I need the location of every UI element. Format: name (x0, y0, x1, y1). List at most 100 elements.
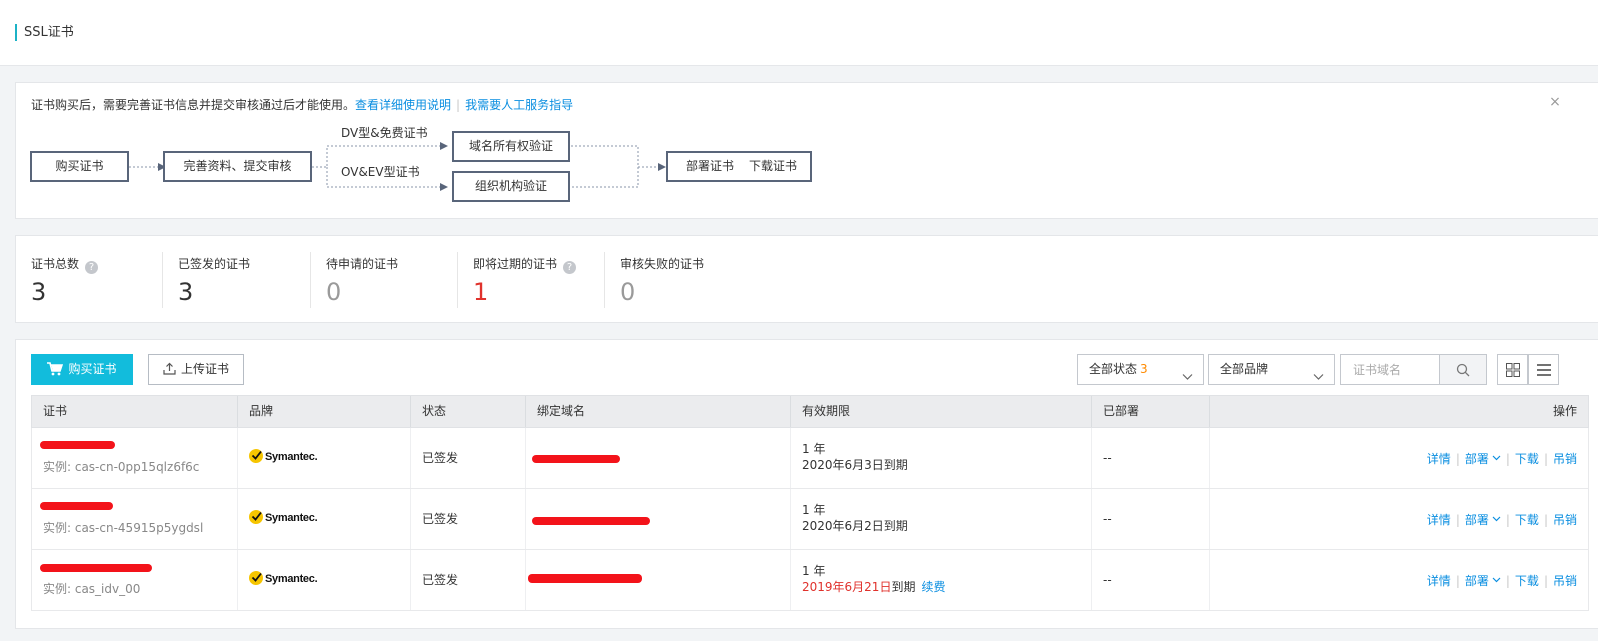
cell-status: 已签发 (411, 550, 526, 610)
deploy-dropdown[interactable]: 部署 (1465, 513, 1501, 527)
cell-certificate: 实例: cas_idv_00 (32, 550, 238, 610)
symantec-logo: Symantec. (249, 510, 318, 526)
download-link[interactable]: 下载 (1515, 452, 1539, 466)
stat-failed-value: 0 (620, 278, 636, 306)
cell-status: 已签发 (411, 428, 526, 488)
validity-term: 1 年 (802, 564, 826, 578)
list-view-button[interactable] (1528, 354, 1559, 385)
renew-link[interactable]: 续费 (921, 580, 945, 594)
help-icon[interactable]: ? (85, 261, 99, 274)
cell-actions: 详情 | 部署 | 下载 | 吊销 (1426, 452, 1577, 466)
stat-expiring-label: 即将过期的证书 (473, 257, 558, 271)
redacted-mark (40, 502, 113, 510)
validity-term: 1 年 (802, 503, 826, 517)
brand-filter-value: 全部品牌 (1220, 362, 1269, 376)
list-view-icon (1537, 364, 1551, 376)
cart-icon (47, 357, 64, 388)
deployed-value: -- (1103, 512, 1112, 526)
stat-issued-label: 已签发的证书 (178, 257, 251, 271)
revoke-link[interactable]: 吊销 (1553, 452, 1577, 466)
help-link[interactable]: 我需要人工服务指导 (465, 98, 573, 112)
cell-certificate: 实例: cas-cn-0pp15qlz6f6c (32, 428, 238, 488)
search-button[interactable] (1439, 355, 1486, 384)
column-deployed: 已部署 (1092, 396, 1210, 427)
chevron-down-icon (1313, 364, 1324, 393)
column-actions: 操作 (1552, 404, 1577, 418)
status-text: 已签发 (422, 451, 459, 465)
certificate-instance: 实例: cas-cn-0pp15qlz6f6c (43, 460, 200, 474)
deploy-dropdown[interactable]: 部署 (1465, 452, 1501, 466)
symantec-logo: Symantec. (249, 449, 318, 465)
domain-search-input[interactable] (1341, 355, 1439, 384)
download-link[interactable]: 下载 (1515, 574, 1539, 588)
column-certificate: 证书 (32, 396, 238, 427)
upload-certificate-button[interactable]: 上传证书 (148, 354, 244, 385)
page-title: SSL证书 (24, 25, 74, 40)
redacted-mark (528, 574, 642, 583)
column-validity: 有效期限 (791, 396, 1092, 427)
search-icon (1456, 363, 1470, 377)
column-brand: 品牌 (238, 396, 411, 427)
buy-certificate-label: 购买证书 (68, 362, 117, 376)
revoke-link[interactable]: 吊销 (1553, 574, 1577, 588)
status-text: 已签发 (422, 512, 459, 526)
detail-link[interactable]: 详情 (1427, 452, 1451, 466)
stat-total-value: 3 (31, 278, 47, 306)
flow-step-download: 下载证书 (749, 159, 798, 173)
detail-link[interactable]: 详情 (1427, 574, 1451, 588)
docs-link[interactable]: 查看详细使用说明 (355, 98, 451, 112)
flow-branch-ov: OV&EV型证书 (341, 165, 420, 179)
expiry-suffix: 到期 (891, 580, 916, 594)
redacted-mark (40, 441, 115, 449)
flow-step-complete: 完善资料、提交审核 (163, 151, 312, 182)
cell-domain (526, 489, 791, 549)
cell-validity: 1 年 2020年6月3日到期 (791, 428, 1092, 488)
status-filter-count: 3 (1140, 362, 1148, 376)
checkmark-icon (249, 510, 263, 524)
chevron-down-icon (1182, 364, 1193, 393)
flow-step-buy: 购买证书 (30, 151, 129, 182)
redacted-mark (532, 455, 620, 463)
brand-filter-select[interactable]: 全部品牌 (1208, 354, 1335, 385)
cell-domain (526, 550, 791, 610)
table-row: 实例: cas_idv_00 Symantec. 已签发 1 年 2019年6月… (31, 550, 1589, 611)
cell-deployed: -- (1092, 428, 1210, 488)
chevron-down-icon (1492, 573, 1501, 587)
revoke-link[interactable]: 吊销 (1553, 513, 1577, 527)
cell-domain (526, 428, 791, 488)
status-text: 已签发 (422, 573, 459, 587)
status-filter-select[interactable]: 全部状态 3 (1077, 354, 1204, 385)
cell-status: 已签发 (411, 489, 526, 549)
expiry-date-warning: 2019年6月21日 (802, 580, 892, 594)
grid-view-icon (1506, 363, 1520, 377)
column-domain: 绑定域名 (526, 396, 791, 427)
flow-step-deploy: 部署证书 (686, 159, 735, 173)
link-separator: | (456, 98, 461, 112)
stat-expiring-value: 1 (473, 278, 489, 306)
notice-text: 证书购买后，需要完善证书信息并提交审核通过后才能使用。 (31, 98, 356, 112)
validity-expiry: 2020年6月3日到期 (802, 458, 908, 472)
certificate-list-panel: 购买证书 上传证书 全部状态3 全部品牌 证书 品牌 状态 绑定域名 有效期限 … (15, 339, 1598, 629)
title-accent-bar (15, 24, 17, 41)
column-status: 状态 (411, 396, 526, 427)
table-row: 实例: cas-cn-0pp15qlz6f6c Symantec. 已签发 1 … (31, 428, 1589, 489)
cell-certificate: 实例: cas-cn-45915p5ygdsl (32, 489, 238, 549)
deployed-value: -- (1103, 573, 1112, 587)
flow-step-domain: 域名所有权验证 (452, 131, 570, 162)
chevron-down-icon (1492, 512, 1501, 526)
deploy-dropdown[interactable]: 部署 (1465, 574, 1501, 588)
table-header: 证书 品牌 状态 绑定域名 有效期限 已部署 操作 (31, 395, 1589, 428)
cell-deployed: -- (1092, 550, 1210, 610)
buy-certificate-button[interactable]: 购买证书 (31, 354, 133, 385)
close-icon[interactable]: × (1548, 95, 1562, 109)
download-link[interactable]: 下载 (1515, 513, 1539, 527)
certificate-instance: 实例: cas_idv_00 (43, 582, 141, 596)
certificate-instance: 实例: cas-cn-45915p5ygdsl (43, 521, 204, 535)
help-icon[interactable]: ? (563, 261, 577, 274)
card-view-button[interactable] (1497, 354, 1528, 385)
flow-step-deploy-download: 部署证书 下载证书 (666, 151, 812, 182)
checkmark-icon (249, 571, 263, 585)
detail-link[interactable]: 详情 (1427, 513, 1451, 527)
deployed-value: -- (1103, 451, 1112, 465)
notice-message: 证书购买后，需要完善证书信息并提交审核通过后才能使用。查看详细使用说明 | 我需要人… (31, 97, 573, 113)
